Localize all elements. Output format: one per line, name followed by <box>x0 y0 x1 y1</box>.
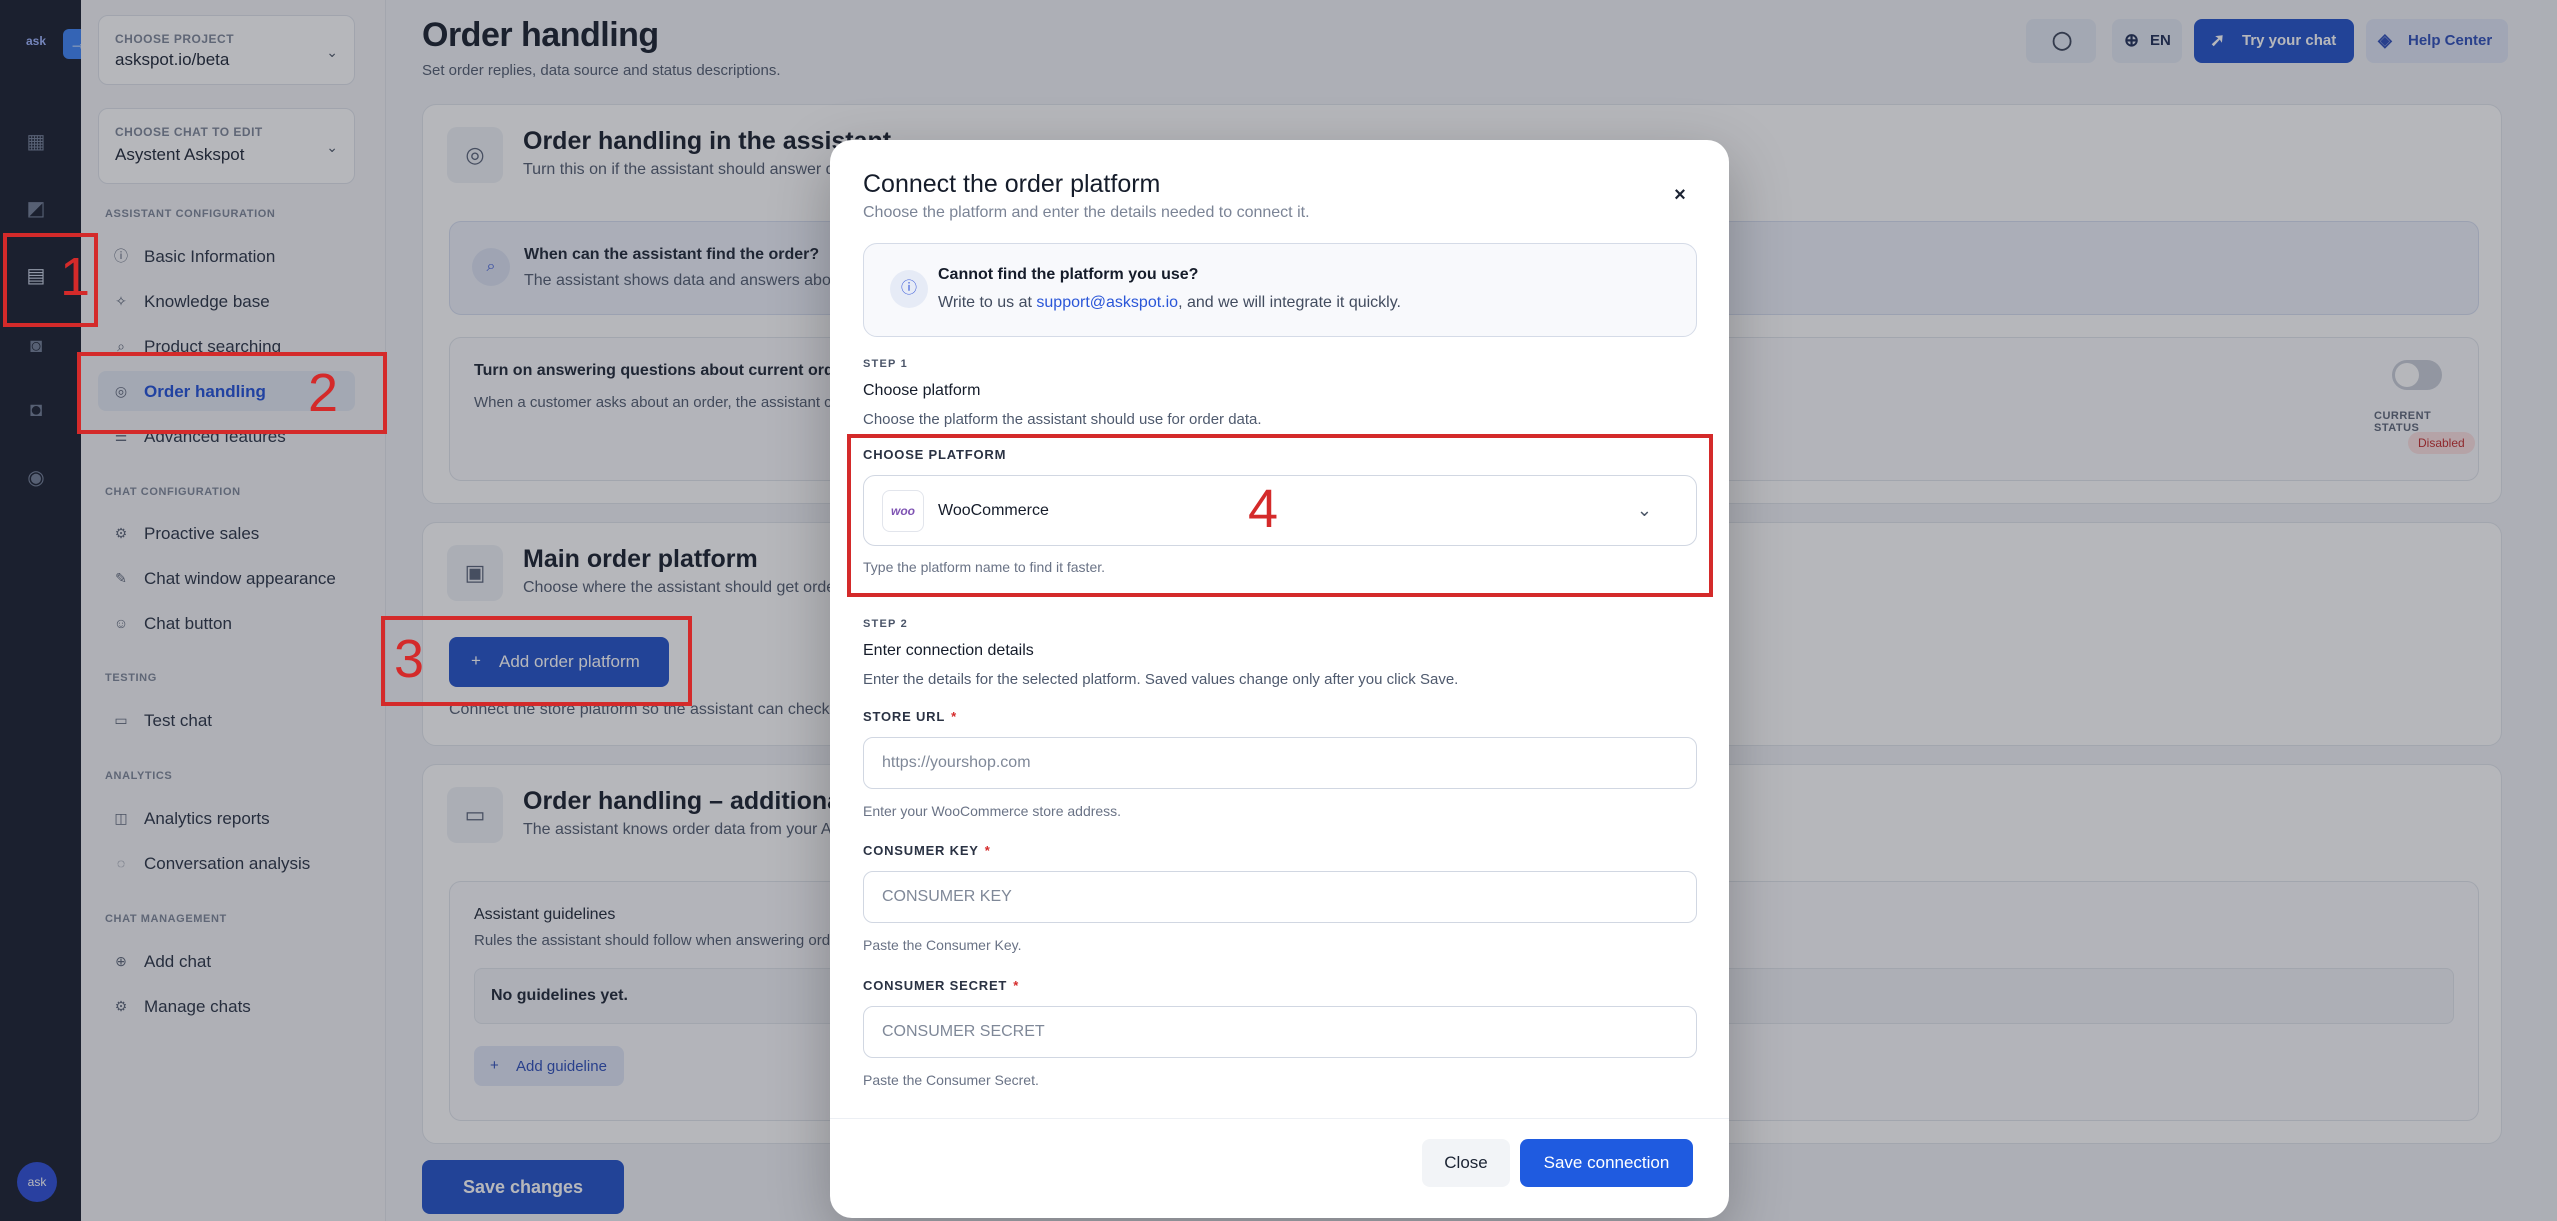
store-url-label: STORE URL * <box>863 709 957 724</box>
annotation-number-1: 1 <box>60 247 91 307</box>
step-2-title: Enter connection details <box>863 642 1034 659</box>
modal-subtitle: Choose the platform and enter the detail… <box>863 204 1310 221</box>
annotation-number-4: 4 <box>1248 479 1279 539</box>
consumer-secret-input[interactable] <box>863 1006 1697 1058</box>
step-1-title: Choose platform <box>863 382 981 399</box>
consumer-secret-label: CONSUMER SECRET * <box>863 978 1020 993</box>
annotation-box-2 <box>77 352 387 434</box>
info-icon: ⓘ <box>890 270 928 308</box>
info-text: Write to us at support@askspot.io, and w… <box>938 294 1401 311</box>
step-1-label: STEP 1 <box>863 358 908 370</box>
consumer-key-label: CONSUMER KEY * <box>863 843 991 858</box>
missing-platform-info: ⓘ Cannot find the platform you use? Writ… <box>863 243 1697 337</box>
annotation-number-3: 3 <box>394 629 425 689</box>
consumer-secret-hint: Paste the Consumer Secret. <box>863 1072 1039 1088</box>
store-url-hint: Enter your WooCommerce store address. <box>863 803 1122 819</box>
step-2-description: Enter the details for the selected platf… <box>863 671 1459 688</box>
close-icon[interactable]: × <box>1669 184 1691 206</box>
annotation-box-3 <box>381 616 692 706</box>
annotation-box-4 <box>847 434 1713 597</box>
modal-divider <box>830 1118 1729 1119</box>
step-1-description: Choose the platform the assistant should… <box>863 411 1262 428</box>
store-url-input[interactable] <box>863 737 1697 789</box>
close-button[interactable]: Close <box>1422 1139 1510 1187</box>
support-email-link[interactable]: support@askspot.io <box>1036 294 1178 311</box>
connect-platform-modal: Connect the order platform Choose the pl… <box>830 140 1729 1218</box>
info-title: Cannot find the platform you use? <box>938 266 1199 283</box>
modal-title: Connect the order platform <box>863 170 1161 198</box>
annotation-number-2: 2 <box>308 363 339 423</box>
save-connection-button[interactable]: Save connection <box>1520 1139 1693 1187</box>
consumer-key-input[interactable] <box>863 871 1697 923</box>
step-2-label: STEP 2 <box>863 618 908 630</box>
consumer-key-hint: Paste the Consumer Key. <box>863 937 1022 953</box>
